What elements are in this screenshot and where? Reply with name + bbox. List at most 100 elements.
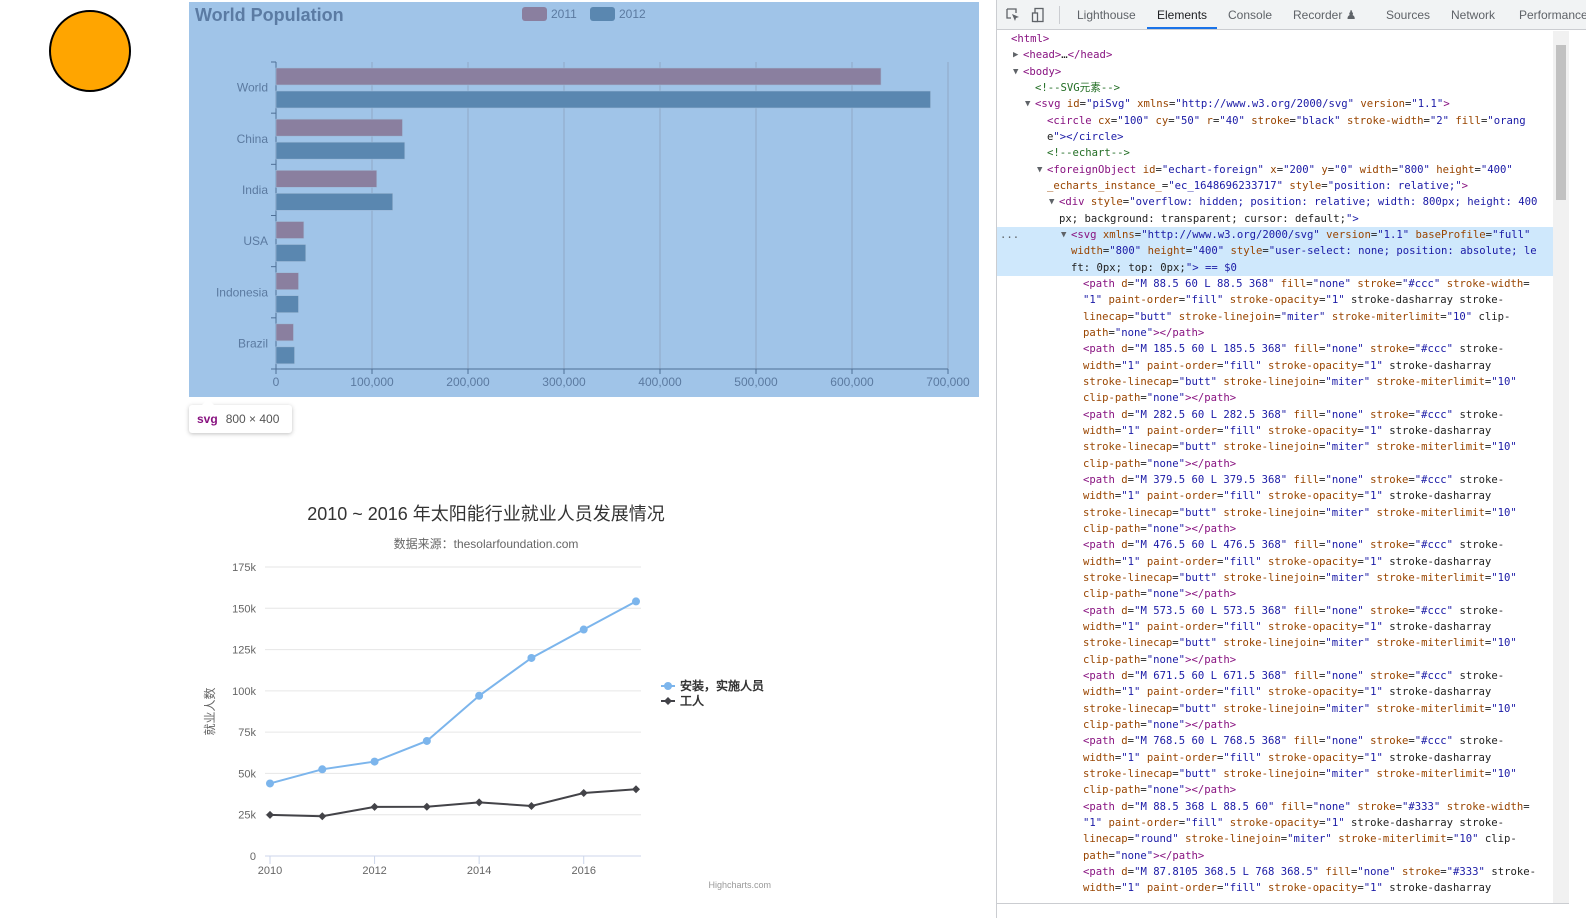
dom-line[interactable]: stroke-linecap="butt" stroke-linejoin="m… (1083, 374, 1517, 390)
element-inspect-tooltip: svg 800 × 400 (189, 399, 292, 433)
dom-line[interactable]: <div style="overflow: hidden; position: … (1059, 194, 1537, 210)
data-point (475, 798, 484, 807)
dom-line[interactable]: width="1" paint-order="fill" stroke-opac… (1083, 619, 1491, 635)
dom-line[interactable]: <!--echart--> (1047, 145, 1130, 161)
devtools-bottom-bar (997, 903, 1569, 918)
dom-line[interactable]: clip-path="none"></path> (1083, 456, 1236, 472)
scrollbar-thumb[interactable] (1556, 45, 1566, 200)
dom-line[interactable]: <body> (1023, 64, 1061, 80)
dom-line[interactable]: clip-path="none"></path> (1083, 521, 1236, 537)
dom-line[interactable]: <path d="M 282.5 60 L 282.5 368" fill="n… (1083, 407, 1504, 423)
tab-recorder[interactable]: Recorder ♟ (1293, 8, 1356, 22)
toolbar-divider (1059, 6, 1060, 24)
echart-svg: World Population 2011 2012 0 100,000 200,000 3… (195, 5, 970, 389)
dom-line[interactable]: <path d="M 573.5 60 L 573.5 368" fill="n… (1083, 603, 1504, 619)
expand-triangle-icon[interactable]: ▶ (1013, 47, 1018, 63)
y-category-label: Indonesia (216, 285, 268, 299)
dom-line[interactable]: clip-path="none"></path> (1083, 586, 1236, 602)
data-point (527, 653, 536, 662)
dom-line[interactable]: <foreignObject id="echart-foreign" x="20… (1047, 162, 1513, 178)
tab-console[interactable]: Console (1228, 8, 1272, 22)
dom-line[interactable]: <path d="M 768.5 60 L 768.5 368" fill="n… (1083, 733, 1504, 749)
dom-line[interactable]: clip-path="none"></path> (1083, 717, 1236, 733)
dom-line[interactable]: stroke-linecap="butt" stroke-linejoin="m… (1083, 701, 1517, 717)
tab-elements[interactable]: Elements (1157, 8, 1207, 22)
dom-line[interactable]: stroke-linecap="butt" stroke-linejoin="m… (1083, 570, 1517, 586)
y-axis-title: 就业人数 (202, 687, 217, 735)
dom-line[interactable]: width="1" paint-order="fill" stroke-opac… (1083, 750, 1491, 766)
dom-line[interactable]: path="none"></path> (1083, 848, 1204, 864)
elements-dom-tree[interactable]: ... <html> ▶ <head>…</head> ▼ <body> <!--SVG元… (997, 31, 1553, 901)
dom-line[interactable]: stroke-linecap="butt" stroke-linejoin="m… (1083, 505, 1517, 521)
dom-line[interactable]: width="1" paint-order="fill" stroke-opac… (1083, 554, 1491, 570)
dom-line[interactable]: stroke-linecap="butt" stroke-linejoin="m… (1083, 635, 1517, 651)
dom-line[interactable]: <path d="M 88.5 368 L 88.5 60" fill="non… (1083, 799, 1530, 815)
highcharts-solar-employment[interactable]: 2010 ~ 2016 年太阳能行业就业人员发展情况 数据来源：thesolarf… (189, 490, 789, 900)
bar-2012-India (275, 193, 394, 211)
collapse-triangle-icon[interactable]: ▼ (1061, 227, 1066, 243)
dom-line[interactable]: linecap="butt" stroke-linejoin="miter" s… (1083, 309, 1510, 325)
data-point (370, 757, 379, 766)
devtools-toolbar: Lighthouse Elements Console Recorder ♟ Sourc… (997, 0, 1586, 30)
data-point (422, 802, 431, 811)
collapse-triangle-icon[interactable]: ▼ (1025, 96, 1030, 112)
dom-line[interactable]: <circle cx="100" cy="50" r="40" stroke="… (1047, 113, 1526, 129)
bar-2012-Brazil (275, 346, 295, 365)
x-tick-label: 300,000 (542, 375, 586, 389)
dom-line[interactable]: "1" paint-order="fill" stroke-opacity="1… (1083, 815, 1504, 831)
dom-line[interactable]: width="1" paint-order="fill" stroke-opac… (1083, 880, 1491, 896)
dom-line[interactable]: <svg xmlns="http://www.w3.org/2000/svg" … (1071, 227, 1530, 243)
dom-line[interactable]: <!--SVG元素--> (1035, 80, 1120, 96)
x-tick-label: 2012 (362, 865, 386, 877)
dom-line[interactable]: px; background: transparent; cursor: def… (1059, 211, 1359, 227)
bar-2012-USA (275, 244, 307, 262)
inspect-element-icon[interactable] (1005, 7, 1021, 23)
dom-line[interactable]: <path d="M 185.5 60 L 185.5 368" fill="n… (1083, 341, 1504, 357)
dom-line[interactable]: <path d="M 476.5 60 L 476.5 368" fill="n… (1083, 537, 1504, 553)
collapse-triangle-icon[interactable]: ▼ (1037, 162, 1042, 178)
tab-sources[interactable]: Sources (1386, 8, 1430, 22)
dom-line[interactable]: <html> (1011, 31, 1049, 47)
dom-line[interactable]: ft: 0px; top: 0px;"> == $0 (1071, 260, 1237, 276)
vertical-scrollbar[interactable] (1553, 31, 1569, 903)
collapse-triangle-icon[interactable]: ▼ (1049, 194, 1054, 210)
dom-line[interactable]: width="800" height="400" style="user-sel… (1071, 243, 1537, 259)
x-tick-label: 500,000 (734, 375, 778, 389)
dom-line[interactable]: stroke-linecap="butt" stroke-linejoin="m… (1083, 439, 1517, 455)
dom-line[interactable]: stroke-linecap="butt" stroke-linejoin="m… (1083, 766, 1517, 782)
dom-line[interactable]: <head>…</head> (1023, 47, 1112, 63)
dom-line[interactable]: width="1" paint-order="fill" stroke-opac… (1083, 358, 1491, 374)
dom-line[interactable]: <path d="M 379.5 60 L 379.5 368" fill="n… (1083, 472, 1504, 488)
dom-line[interactable]: <path d="M 87.8105 368.5 L 768 368.5" fi… (1083, 864, 1536, 880)
dom-line[interactable]: clip-path="none"></path> (1083, 652, 1236, 668)
y-tick-label: 150k (232, 603, 256, 615)
dom-line[interactable]: "1" paint-order="fill" stroke-opacity="1… (1083, 292, 1504, 308)
x-tick-label: 2014 (467, 865, 491, 877)
data-point (632, 785, 640, 794)
dom-line[interactable]: e"></circle> (1047, 129, 1124, 145)
echart-world-population[interactable]: World Population 2011 2012 0 100,000 200,000 3… (189, 2, 979, 397)
dom-line[interactable]: <path d="M 88.5 60 L 88.5 368" fill="non… (1083, 276, 1530, 292)
collapse-triangle-icon[interactable]: ▼ (1013, 64, 1018, 80)
dom-line[interactable]: <path d="M 671.5 60 L 671.5 368" fill="n… (1083, 668, 1504, 684)
tab-performance[interactable]: Performance (1519, 8, 1586, 22)
x-tick-label: 600,000 (830, 375, 874, 389)
dom-line[interactable]: width="1" paint-order="fill" stroke-opac… (1083, 423, 1491, 439)
tab-network[interactable]: Network (1451, 8, 1495, 22)
dom-line[interactable]: clip-path="none"></path> (1083, 390, 1236, 406)
dom-line[interactable]: linecap="round" stroke-linejoin="miter" … (1083, 831, 1517, 847)
dom-line[interactable]: path="none"></path> (1083, 325, 1204, 341)
y-category-label: World (237, 81, 268, 95)
selected-node-menu[interactable]: ... (1000, 227, 1019, 243)
x-tick-label: 0 (273, 375, 280, 389)
dom-line[interactable]: <svg id="piSvg" xmlns="http://www.w3.org… (1035, 96, 1450, 112)
chart-title: World Population (195, 5, 344, 25)
dom-line[interactable]: _echarts_instance_="ec_1648696233717" st… (1047, 178, 1468, 194)
dom-line[interactable]: clip-path="none"></path> (1083, 782, 1236, 798)
data-point (266, 779, 274, 788)
device-toolbar-icon[interactable] (1031, 7, 1047, 23)
tab-lighthouse[interactable]: Lighthouse (1077, 8, 1136, 22)
bar-2011-India (275, 170, 378, 188)
dom-line[interactable]: width="1" paint-order="fill" stroke-opac… (1083, 684, 1491, 700)
dom-line[interactable]: width="1" paint-order="fill" stroke-opac… (1083, 488, 1491, 504)
